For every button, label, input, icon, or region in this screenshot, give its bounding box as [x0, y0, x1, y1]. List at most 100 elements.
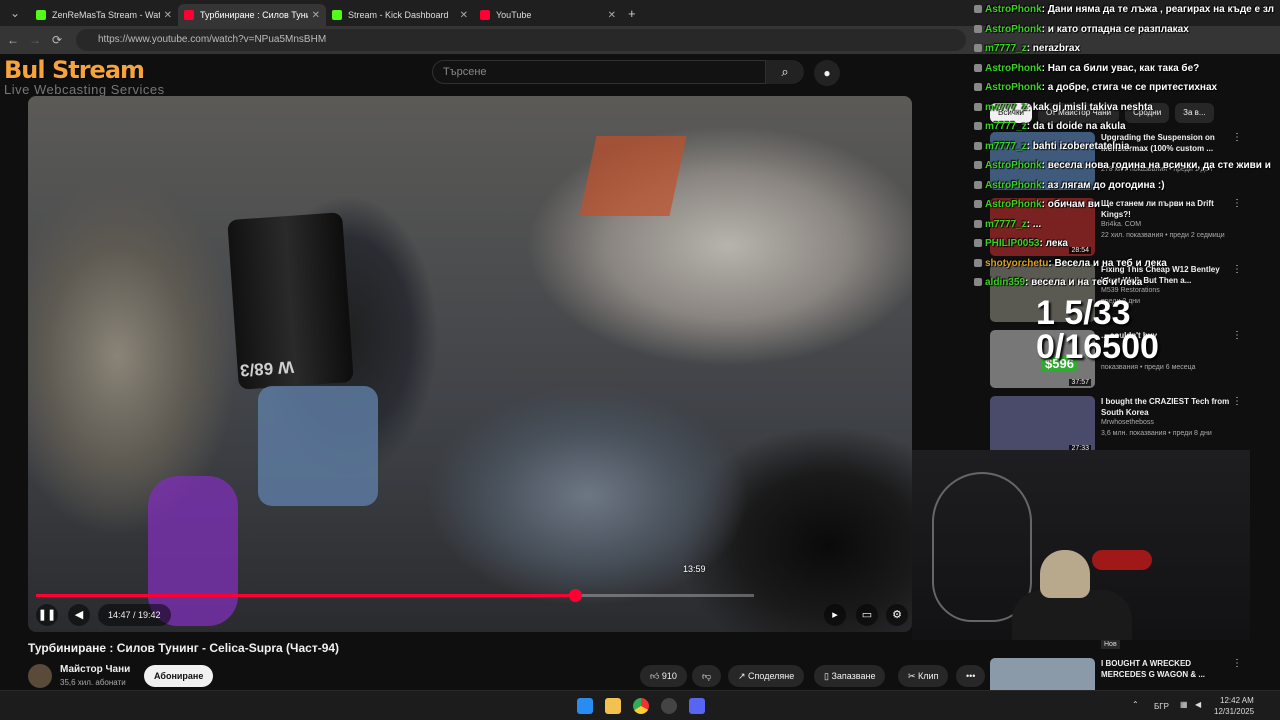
- chat-message: AstroPhonk: аз лягам до догодина :): [970, 176, 1280, 196]
- chat-username: shotyorchetu: [985, 257, 1049, 269]
- new-badge: Нов: [1101, 640, 1120, 649]
- chat-message: m7777_z: da ti doide na akula: [970, 117, 1280, 137]
- discord-icon[interactable]: [689, 698, 705, 714]
- chat-username: m7777_z: [985, 218, 1027, 230]
- file-explorer-icon[interactable]: [605, 698, 621, 714]
- chat-username: m7777_z: [985, 43, 1027, 54]
- chat-badge-icon: [974, 122, 982, 131]
- chat-message: m7777_z: nerazbrax: [970, 39, 1280, 59]
- reload-icon[interactable]: ⟳: [46, 33, 68, 47]
- chat-badge-icon: [974, 161, 982, 170]
- chat-message: aldin359: весела и на теб и лека: [970, 273, 1280, 293]
- chat-message: AstroPhonk: весела нова година на всички…: [970, 156, 1280, 176]
- voice-search-button[interactable]: ●: [814, 60, 840, 86]
- dislike-button[interactable]: 👎︎: [692, 665, 722, 687]
- share-button[interactable]: ↗ Споделяне: [728, 665, 805, 687]
- time-display: 14:47 / 19:42: [98, 604, 171, 626]
- browser-tab[interactable]: ZenReMasTa Stream - Watch Live ✕: [30, 4, 178, 26]
- chat-text: : весела нова година на всички, да сте ж…: [1041, 160, 1271, 171]
- chat-username: AstroPhonk: [985, 160, 1042, 171]
- windows-taskbar: ⌃ БГР ▦ ◀ 12:42 AM 12/31/2025: [0, 690, 1280, 720]
- video-player[interactable]: W 68/3 13:59 ❚❚ ◀ 14:47 / 19:42 ▸ ▭ ⚙: [28, 96, 912, 632]
- share-label: Споделяне: [748, 671, 795, 681]
- video-frame-bracket: [258, 386, 378, 506]
- recommendation-channel[interactable]: Mrwhosetheboss: [1101, 419, 1154, 426]
- chat-message: AstroPhonk: Дани няма да те лъжа , реаги…: [970, 0, 1280, 20]
- recommendation-item[interactable]: 27:33 I bought the CRAZIEST Tech from Sou…: [990, 396, 1260, 454]
- search-button[interactable]: ⌕: [766, 60, 804, 84]
- chat-username: m7777_z: [985, 140, 1027, 152]
- chat-badge-icon: [974, 180, 982, 189]
- address-bar[interactable]: https://www.youtube.com/watch?v=NPua5Mns…: [76, 29, 966, 51]
- subtitles-icon[interactable]: ▭: [856, 604, 878, 626]
- chat-text: : ...: [1026, 218, 1042, 230]
- forward-icon[interactable]: →: [24, 33, 46, 47]
- microphone-icon: ●: [823, 66, 831, 80]
- like-button[interactable]: 👍︎ 910: [640, 665, 687, 687]
- channel-avatar[interactable]: [28, 664, 52, 688]
- recommendation-title[interactable]: I bought the CRAZIEST Tech from South Ko…: [1101, 396, 1236, 418]
- autoplay-toggle[interactable]: ▸: [824, 604, 846, 626]
- chat-badge-icon: [974, 5, 982, 14]
- recommendation-meta: 3,6 млн. показвания • преди 8 дни: [1101, 430, 1212, 437]
- thumbs-down-icon: 👎︎: [702, 671, 712, 681]
- share-icon: ↗: [738, 671, 749, 681]
- progress-bar[interactable]: [36, 589, 754, 602]
- recommendation-thumbnail[interactable]: 27:33: [990, 396, 1095, 454]
- chat-text: : весела и на теб и лека: [1025, 277, 1143, 288]
- more-actions-button[interactable]: •••: [956, 665, 986, 687]
- chat-text: : лека: [1039, 238, 1068, 249]
- clock-date[interactable]: 12/31/2025: [1214, 707, 1254, 716]
- channel-name[interactable]: Майстор Чани: [60, 664, 130, 675]
- pause-button[interactable]: ❚❚: [36, 604, 58, 626]
- browser-tab[interactable]: Турбиниране : Силов Тунинг ✕: [178, 4, 326, 26]
- progress-scrubber[interactable]: [568, 589, 582, 602]
- chat-badge-icon: [974, 219, 982, 228]
- language-indicator[interactable]: БГР: [1154, 702, 1169, 711]
- back-icon[interactable]: ←: [2, 33, 24, 47]
- volume-icon[interactable]: ◀: [68, 604, 90, 626]
- volume-tray-icon[interactable]: ◀: [1195, 700, 1201, 709]
- more-options-icon[interactable]: ⋮: [1232, 658, 1242, 669]
- tab-favicon-icon: [36, 10, 46, 20]
- chrome-icon[interactable]: [633, 698, 649, 714]
- recommendation-title[interactable]: I BOUGHT A WRECKED MERCEDES G WAGON & ..…: [1101, 658, 1236, 680]
- obs-icon[interactable]: [661, 698, 677, 714]
- chat-message: m7777_z: bahti izoberetatelnia: [970, 137, 1280, 157]
- tab-close-icon[interactable]: ✕: [460, 10, 468, 21]
- search-input[interactable]: Търсене: [432, 60, 766, 84]
- chat-badge-icon: [974, 44, 982, 53]
- settings-icon[interactable]: ⚙: [886, 604, 908, 626]
- clock-time[interactable]: 12:42 AM: [1220, 696, 1254, 705]
- tab-close-icon[interactable]: ✕: [312, 10, 320, 21]
- new-tab-button[interactable]: +: [628, 6, 636, 21]
- chat-badge-icon: [974, 258, 982, 267]
- more-options-icon[interactable]: ⋮: [1232, 396, 1242, 407]
- network-icon[interactable]: ▦: [1180, 700, 1188, 709]
- chat-username: AstroPhonk: [985, 82, 1042, 93]
- tab-close-icon[interactable]: ✕: [164, 10, 172, 21]
- save-button[interactable]: ▯ Запазване: [814, 665, 886, 687]
- more-options-icon[interactable]: ⋮: [1232, 330, 1242, 341]
- chat-overlay: AstroPhonk: Дани няма да те лъжа , реаги…: [970, 0, 1280, 293]
- clip-button[interactable]: ✂ Клип: [898, 665, 949, 687]
- chat-text: : а добре, стига че се притестихнах: [1041, 82, 1218, 93]
- tab-favicon-icon: [184, 10, 194, 20]
- start-icon[interactable]: [577, 698, 593, 714]
- browser-tab[interactable]: YouTube ✕: [474, 4, 622, 26]
- subscribe-button[interactable]: Абониране: [144, 665, 214, 687]
- chat-text: : и като отпадна се разплаках: [1041, 23, 1189, 35]
- chat-badge-icon: [974, 83, 982, 92]
- browser-tab[interactable]: Stream - Kick Dashboard ✕: [326, 4, 474, 26]
- progress-bar-fill: [36, 594, 575, 597]
- like-count: 910: [661, 671, 677, 681]
- tab-list-icon[interactable]: ⌄: [4, 6, 26, 20]
- tab-close-icon[interactable]: ✕: [608, 10, 616, 21]
- chat-text: : bahti izoberetatelnia: [1026, 140, 1130, 152]
- chat-badge-icon: [974, 200, 982, 209]
- progress-hover-time: 13:59: [683, 564, 706, 574]
- tray-chevron-icon[interactable]: ⌃: [1132, 700, 1139, 709]
- tab-title: ZenReMasTa Stream - Watch Live: [52, 10, 160, 20]
- recommendation-duration: 37:57: [1069, 379, 1091, 386]
- chat-badge-icon: [974, 278, 982, 287]
